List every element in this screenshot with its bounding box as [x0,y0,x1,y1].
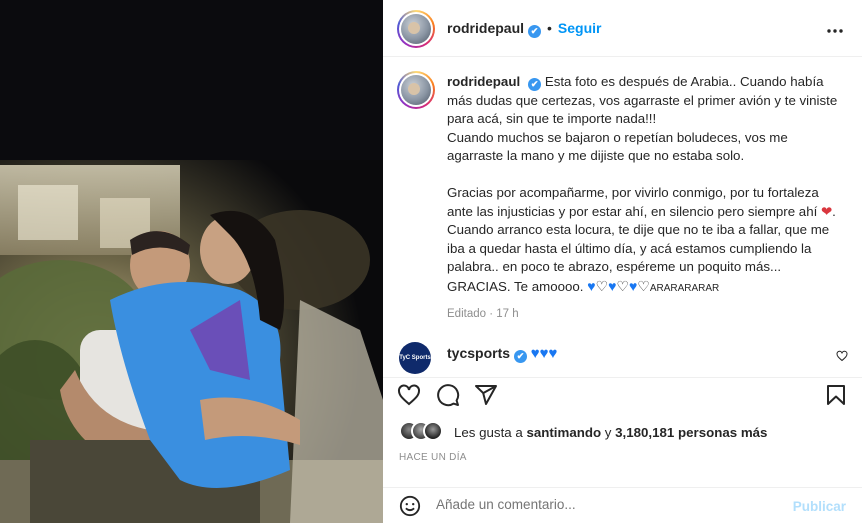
caption-paragraph-5: GRACIAS. Te amoooo. [447,278,584,294]
comment-like-heart-icon[interactable] [836,350,848,365]
caption-paragraph-4: Cuando arranco esta locura, te dije que … [447,222,830,274]
comments-section: rodridepaul ✔ Esta foto es después de Ara… [383,57,862,377]
comment-item: TyC Sports tycsports ✔ ♥♥♥ [383,342,862,377]
likes-count[interactable]: 3,180,181 personas más [615,425,767,440]
follow-button[interactable]: Seguir [558,20,602,36]
likes-prefix: Les gusta a [454,425,523,440]
emoji-icon[interactable] [399,495,421,517]
likes-text[interactable]: Les gusta a santimando y 3,180,181 perso… [454,425,767,440]
edited-label: Editado [447,308,487,320]
caption-meta: Editado · 17 h [447,308,519,320]
share-icon[interactable] [474,383,498,407]
post-panel: rodridepaul ✔ • Seguir rodridepaul ✔ Esta fo… [383,0,862,523]
more-options-icon[interactable] [826,18,844,39]
publish-button[interactable]: Publicar [793,499,846,514]
meta-separator: · [489,308,494,320]
author-avatar[interactable] [397,10,435,48]
post-time[interactable]: HACE UN DÍA [399,452,467,463]
verified-badge-icon: ✔ [528,25,542,38]
bookmark-icon[interactable] [824,383,848,407]
comment-username[interactable]: tycsports [447,345,510,361]
post-photo[interactable] [0,0,383,523]
add-comment-bar: Publicar [383,487,862,523]
caption-trail: ARARARARAR [649,282,720,294]
liker-avatar[interactable] [423,421,443,441]
caption-avatar[interactable] [397,71,435,109]
caption-time: 17 h [496,308,519,320]
header-author-line: rodridepaul ✔ • Seguir [447,20,602,38]
comment-input[interactable] [436,497,776,512]
dot-separator: • [547,20,552,36]
caption: rodridepaul ✔ Esta foto es después de Ara… [447,73,847,298]
broken-heart-emoji-icon: ❤ [821,203,833,219]
photo-image [0,0,383,523]
comment-text: tycsports ✔ ♥♥♥ [447,345,557,363]
likes-user[interactable]: santimando [526,425,601,440]
heart-emojis-icon: ♥♡♥♡♥♡ [587,277,650,294]
post-header: rodridepaul ✔ • Seguir [383,0,862,57]
action-bar [383,377,862,411]
comment-avatar[interactable]: TyC Sports [399,342,431,374]
verified-badge-icon: ✔ [514,350,528,363]
heart-icon[interactable] [397,383,421,407]
caption-username[interactable]: rodridepaul [447,74,520,89]
verified-badge-icon: ✔ [528,78,542,91]
caption-paragraph-2: Cuando muchos se bajaron o repetían bolu… [447,129,788,164]
comment-icon[interactable] [436,383,460,407]
author-username[interactable]: rodridepaul [447,20,524,36]
likes-middle: y [604,425,612,440]
comment-hearts-icon: ♥♥♥ [530,345,558,362]
caption-paragraph-3: Gracias por acompañarme, por vivirlo con… [447,185,819,219]
